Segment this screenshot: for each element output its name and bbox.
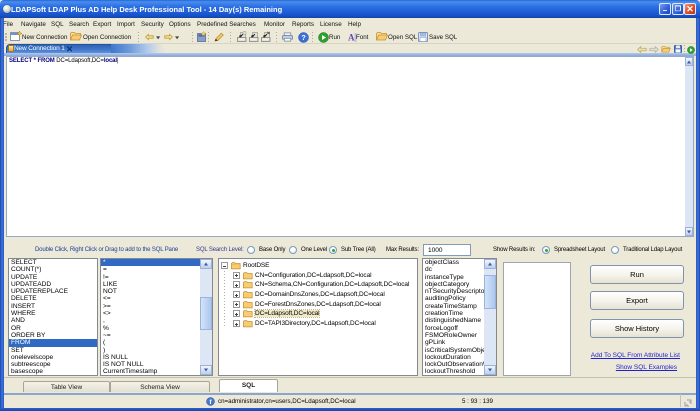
svg-text:?: ? [301,33,306,42]
svg-text:A: A [348,33,355,43]
